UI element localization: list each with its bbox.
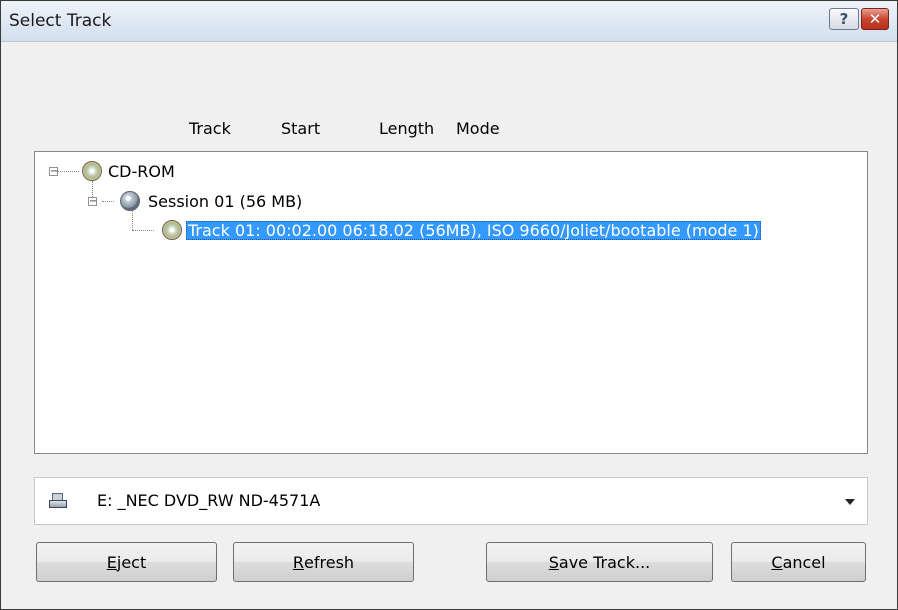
- close-button[interactable]: ✕: [861, 8, 889, 30]
- drive-icon: [49, 493, 67, 509]
- column-header-length: Length: [379, 119, 435, 138]
- cdrom-icon: [82, 161, 102, 181]
- tree-node-cdrom[interactable]: CD-ROM: [108, 160, 175, 182]
- expand-collapse-toggle-cdrom[interactable]: −: [49, 167, 58, 177]
- tree-node-label-selected: Track 01: 00:02.00 06:18.02 (56MB), ISO …: [186, 220, 761, 240]
- drive-select[interactable]: E: _NEC DVD_RW ND-4571A: [34, 477, 868, 525]
- cancel-button[interactable]: Cancel: [731, 542, 866, 582]
- refresh-label: efresh: [304, 552, 355, 572]
- eject-label: ject: [116, 552, 147, 572]
- help-button[interactable]: ?: [829, 8, 859, 30]
- expand-collapse-toggle-session[interactable]: −: [88, 197, 97, 207]
- close-icon: ✕: [868, 10, 882, 28]
- save-track-mnemonic: S: [548, 552, 559, 572]
- track-tree[interactable]: − CD-ROM − Session 01 (56 MB) Track 01: …: [34, 151, 868, 454]
- title-bar[interactable]: Select Track ? ✕: [1, 1, 897, 42]
- column-headers: Track Start Length Mode: [1, 119, 897, 141]
- tree-connector: [132, 210, 133, 230]
- save-track-label: ave Track...: [558, 552, 651, 572]
- session-disc-icon: [120, 191, 140, 211]
- tree-node-track[interactable]: Track 01: 00:02.00 06:18.02 (56MB), ISO …: [186, 219, 761, 241]
- save-track-button[interactable]: Save Track...: [486, 542, 713, 582]
- tree-connector: [102, 201, 114, 202]
- column-header-mode: Mode: [456, 119, 500, 138]
- column-header-start: Start: [281, 119, 321, 138]
- window-title: Select Track: [9, 11, 112, 31]
- drive-select-value: E: _NEC DVD_RW ND-4571A: [97, 491, 321, 510]
- cancel-label: ancel: [782, 552, 826, 572]
- chevron-down-icon[interactable]: [845, 499, 855, 505]
- select-track-dialog: Select Track ? ✕ Track Start Length Mode…: [0, 0, 898, 610]
- cancel-mnemonic: C: [771, 552, 783, 572]
- eject-mnemonic: E: [106, 552, 117, 572]
- tree-connector: [132, 230, 154, 231]
- eject-button[interactable]: Eject: [36, 542, 217, 582]
- column-header-track: Track: [189, 119, 231, 138]
- track-disc-icon: [162, 220, 182, 240]
- tree-node-label: Session 01 (56 MB): [148, 191, 303, 211]
- refresh-mnemonic: R: [292, 552, 305, 572]
- tree-connector: [57, 171, 79, 172]
- refresh-button[interactable]: Refresh: [233, 542, 414, 582]
- tree-node-label: CD-ROM: [108, 161, 175, 181]
- help-icon: ?: [839, 10, 849, 28]
- tree-node-session[interactable]: Session 01 (56 MB): [148, 190, 302, 212]
